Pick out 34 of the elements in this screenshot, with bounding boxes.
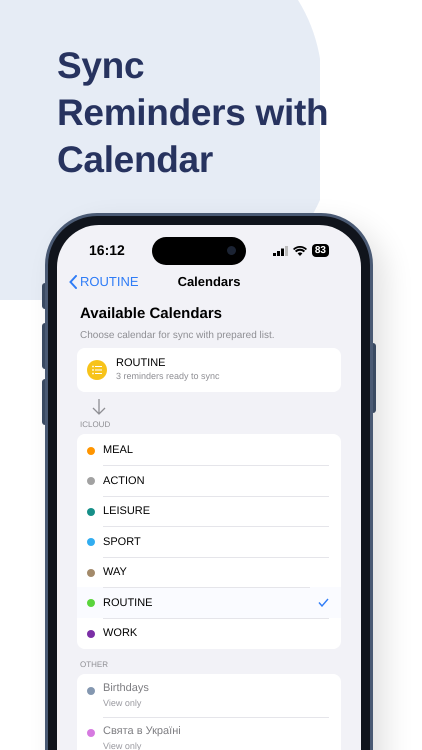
camera-icon — [226, 246, 236, 255]
calendar-detail: View only — [103, 697, 142, 710]
calendar-row[interactable]: WORK — [77, 618, 341, 648]
status-time: 16:12 — [89, 241, 125, 260]
headline: Sync Reminders with Calendar — [57, 44, 328, 182]
back-chevron-icon — [69, 275, 77, 289]
calendar-name: Свята в Україні — [103, 724, 182, 738]
calendar-name: ROUTINE — [103, 596, 154, 610]
calendar-name: WAY — [103, 565, 128, 580]
calendar-row[interactable]: ACTION — [77, 465, 341, 496]
calendar-name: Birthdays — [103, 681, 150, 696]
calendar-row[interactable]: LEISURE — [77, 496, 341, 526]
source-subtitle: 3 reminders ready to sync — [116, 370, 220, 382]
back-button[interactable]: ROUTINE — [69, 272, 138, 292]
section-subtitle: Choose calendar for sync with prepared list. — [80, 328, 276, 342]
group-header: ICLOUD — [80, 418, 112, 430]
section-title: Available Calendars — [80, 304, 224, 324]
down-arrow-icon — [91, 398, 107, 416]
calendar-row[interactable]: ROUTINE — [77, 587, 341, 618]
calendar-name: MEAL — [103, 442, 134, 457]
calendar-name: ACTION — [103, 474, 146, 488]
battery-indicator: 83 — [312, 244, 329, 257]
signal-icon — [272, 246, 288, 256]
calendar-name: SPORT — [103, 534, 142, 549]
calendar-name: WORK — [103, 626, 138, 640]
source-title: ROUTINE — [116, 357, 166, 370]
calendar-row[interactable]: SPORT — [77, 526, 341, 556]
calendar-row[interactable]: MEAL — [77, 434, 341, 465]
list-icon — [87, 360, 107, 380]
nav-title: Calendars — [178, 273, 240, 292]
group-header: OTHER — [80, 659, 109, 671]
calendar-name: LEISURE — [103, 504, 152, 518]
checkmark-icon — [318, 598, 329, 607]
wifi-icon — [292, 246, 307, 256]
